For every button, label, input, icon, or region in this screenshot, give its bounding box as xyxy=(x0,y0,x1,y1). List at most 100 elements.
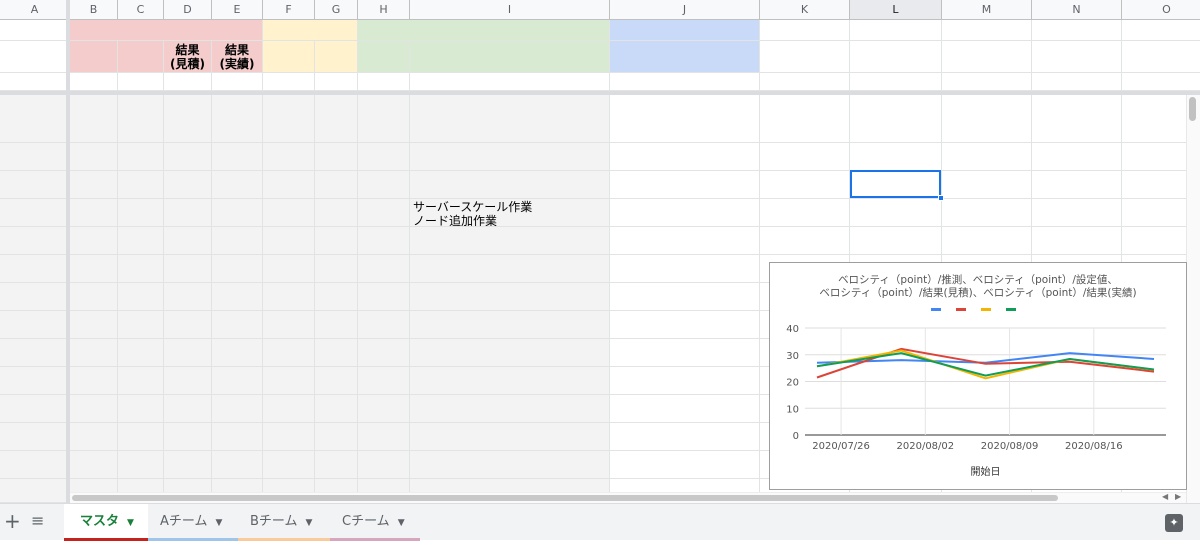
date-cell[interactable] xyxy=(0,283,70,311)
data-cell-i[interactable] xyxy=(410,339,610,367)
data-cell-c[interactable] xyxy=(118,199,164,227)
data-cell-m[interactable] xyxy=(942,95,1032,143)
date-cell[interactable] xyxy=(0,255,70,283)
sheet-tab-3[interactable]: Cチーム ▼ xyxy=(330,504,420,541)
data-cell-f[interactable] xyxy=(263,339,315,367)
column-header-l[interactable]: L xyxy=(850,0,942,20)
data-cell-j[interactable] xyxy=(610,171,760,199)
column-header-o[interactable]: O xyxy=(1122,0,1200,20)
data-cell-j[interactable] xyxy=(610,199,760,227)
chevron-down-icon[interactable]: ▼ xyxy=(398,518,405,528)
data-cell-j[interactable] xyxy=(610,283,760,311)
data-cell-g[interactable] xyxy=(315,255,358,283)
data-cell-f[interactable] xyxy=(263,199,315,227)
data-cell-f[interactable] xyxy=(263,367,315,395)
data-cell-f[interactable] xyxy=(263,95,315,143)
data-cell-j[interactable] xyxy=(610,423,760,451)
column-header-j[interactable]: J xyxy=(610,0,760,20)
data-cell-d[interactable] xyxy=(164,367,212,395)
data-cell-d[interactable] xyxy=(164,171,212,199)
data-cell-e[interactable] xyxy=(212,423,263,451)
capacity-group-header[interactable] xyxy=(358,20,610,41)
row1-cell-m[interactable] xyxy=(942,20,1032,41)
data-cell-b[interactable] xyxy=(70,283,118,311)
data-cell-e[interactable] xyxy=(212,283,263,311)
date-cell[interactable] xyxy=(0,339,70,367)
data-cell-e[interactable] xyxy=(212,367,263,395)
column-header-e[interactable]: E xyxy=(212,0,263,20)
date-cell[interactable] xyxy=(0,451,70,479)
average-c[interactable] xyxy=(118,73,164,91)
date-cell[interactable] xyxy=(0,311,70,339)
data-cell-e[interactable] xyxy=(212,227,263,255)
data-cell-b[interactable] xyxy=(70,311,118,339)
data-cell-g[interactable] xyxy=(315,171,358,199)
result-actual-header[interactable]: 結果 (実績) xyxy=(212,41,263,73)
data-cell-j[interactable] xyxy=(610,367,760,395)
data-cell-c[interactable] xyxy=(118,171,164,199)
data-cell-g[interactable] xyxy=(315,423,358,451)
data-cell-i[interactable] xyxy=(410,227,610,255)
date-cell[interactable] xyxy=(0,199,70,227)
data-cell-i[interactable] xyxy=(410,423,610,451)
data-cell-j[interactable] xyxy=(610,395,760,423)
data-cell-d[interactable] xyxy=(164,95,212,143)
data-cell-h[interactable] xyxy=(358,255,410,283)
data-cell-d[interactable] xyxy=(164,143,212,171)
date-cell[interactable] xyxy=(0,479,70,503)
data-cell-c[interactable] xyxy=(118,451,164,479)
data-cell-f[interactable] xyxy=(263,395,315,423)
data-cell-d[interactable] xyxy=(164,311,212,339)
data-cell-n[interactable] xyxy=(1032,95,1122,143)
data-cell-h[interactable] xyxy=(358,367,410,395)
data-cell-e[interactable] xyxy=(212,451,263,479)
date-cell[interactable] xyxy=(0,423,70,451)
active-cell-selection[interactable] xyxy=(850,170,941,198)
spreadsheet-grid[interactable]: A B C D E F G H I J K L M N O 結果 (見積) 結果 (実績) サーバースケール作業 ノード… xyxy=(0,0,1200,503)
date-cell[interactable] xyxy=(0,227,70,255)
scroll-right-arrow[interactable]: ▶ xyxy=(1175,492,1181,501)
row1-cell-n[interactable] xyxy=(1032,20,1122,41)
column-header-h[interactable]: H xyxy=(358,0,410,20)
set-value-header[interactable] xyxy=(118,41,164,73)
start-date-header[interactable] xyxy=(0,41,70,73)
data-cell-l[interactable] xyxy=(850,95,942,143)
date-cell[interactable] xyxy=(0,95,70,143)
velocity-line-chart[interactable]: ベロシティ（point）/推測、ベロシティ（point）/設定値、 ベロシティ（p… xyxy=(769,262,1187,490)
data-cell-e[interactable] xyxy=(212,199,263,227)
data-cell-h[interactable] xyxy=(358,395,410,423)
data-cell-h[interactable] xyxy=(358,171,410,199)
data-cell-b[interactable] xyxy=(70,171,118,199)
data-cell-d[interactable] xyxy=(164,339,212,367)
row2-cell-l[interactable] xyxy=(850,41,942,73)
data-cell-g[interactable] xyxy=(315,395,358,423)
row2-cell-k[interactable] xyxy=(760,41,850,73)
data-cell-d[interactable] xyxy=(164,283,212,311)
data-cell-i[interactable] xyxy=(410,395,610,423)
data-cell-g[interactable] xyxy=(315,227,358,255)
average-g[interactable] xyxy=(315,73,358,91)
memo-subheader[interactable] xyxy=(610,41,760,73)
data-cell-l[interactable] xyxy=(850,199,942,227)
data-cell-g[interactable] xyxy=(315,283,358,311)
data-cell-d[interactable] xyxy=(164,227,212,255)
explore-icon[interactable]: ✦ xyxy=(1165,514,1183,532)
data-cell-d[interactable] xyxy=(164,199,212,227)
data-cell-e[interactable] xyxy=(212,95,263,143)
column-header-f[interactable]: F xyxy=(263,0,315,20)
data-cell-b[interactable] xyxy=(70,395,118,423)
sheet-tab-0[interactable]: マスタ ▼ xyxy=(64,504,148,541)
data-cell-j[interactable] xyxy=(610,227,760,255)
data-cell-m[interactable] xyxy=(942,227,1032,255)
data-cell-k[interactable] xyxy=(760,143,850,171)
vertical-scroll-thumb[interactable] xyxy=(1189,97,1196,121)
data-cell-i[interactable] xyxy=(410,367,610,395)
data-cell-c[interactable] xyxy=(118,311,164,339)
data-cell-n[interactable] xyxy=(1032,171,1122,199)
column-header-n[interactable]: N xyxy=(1032,0,1122,20)
data-cell-h[interactable] xyxy=(358,95,410,143)
column-header-i[interactable]: I xyxy=(410,0,610,20)
data-cell-e[interactable] xyxy=(212,171,263,199)
data-cell-b[interactable] xyxy=(70,423,118,451)
data-cell-k[interactable] xyxy=(760,199,850,227)
